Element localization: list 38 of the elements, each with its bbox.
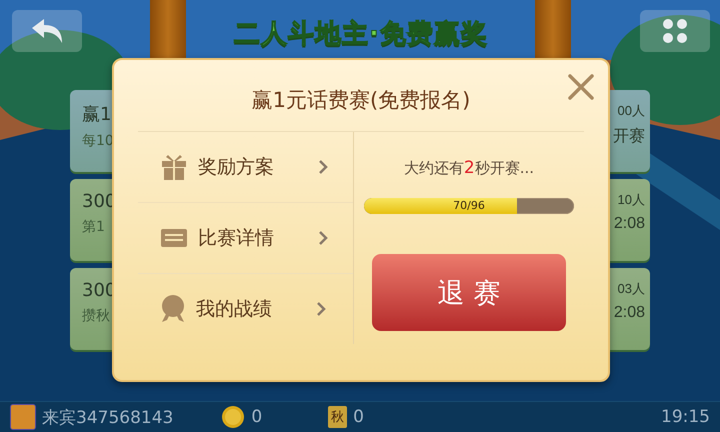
menu-row[interactable]: 奖励方案 — [138, 132, 353, 203]
medal-icon — [160, 294, 186, 324]
menu-label: 我的战绩 — [196, 297, 273, 322]
menu-icon — [662, 18, 688, 44]
progress-label: 70/96 — [452, 198, 486, 214]
match-subtitle: 攒秋 — [82, 307, 110, 325]
match-title: 赢1 — [82, 103, 112, 126]
player-count: 03人 — [618, 280, 645, 298]
menu-button[interactable] — [640, 10, 710, 52]
match-status: 2:08 — [614, 304, 645, 322]
menu-label: 奖励方案 — [198, 155, 275, 180]
list-card-icon — [160, 226, 188, 250]
user-name: 来宾347568143 — [42, 406, 174, 428]
coin-icon — [221, 405, 246, 429]
menu-row[interactable]: 比赛详情 — [138, 203, 353, 274]
autumn-count: 0 — [353, 407, 364, 427]
dialog-title: 赢1元话费赛(免费报名) — [252, 86, 470, 114]
clock-time: 19:15 — [661, 407, 710, 427]
match-status: 2:08 — [614, 215, 645, 233]
close-button[interactable] — [566, 72, 596, 102]
chevron-icon — [316, 301, 326, 317]
player-count: 10人 — [618, 191, 645, 209]
countdown-text: 大约还有2秒开赛... — [404, 158, 534, 178]
menu-label: 比赛详情 — [198, 226, 275, 251]
chevron-icon — [318, 159, 328, 175]
coin-count: 0 — [251, 407, 262, 427]
back-arrow-icon — [30, 18, 64, 44]
player-count: 00人 — [618, 102, 645, 120]
autumn-badge: 秋 — [328, 406, 348, 428]
chevron-icon — [318, 230, 328, 246]
quit-button[interactable]: 退 赛 — [372, 254, 566, 331]
game-title: 二人斗地主·免费赢奖 — [234, 18, 488, 51]
match-status: 开赛 — [613, 126, 645, 147]
gift-icon — [160, 153, 188, 181]
avatar — [10, 404, 36, 430]
match-subtitle: 第1 — [82, 218, 105, 236]
menu-row[interactable]: 我的战绩 — [138, 274, 353, 344]
back-button[interactable] — [12, 10, 82, 52]
